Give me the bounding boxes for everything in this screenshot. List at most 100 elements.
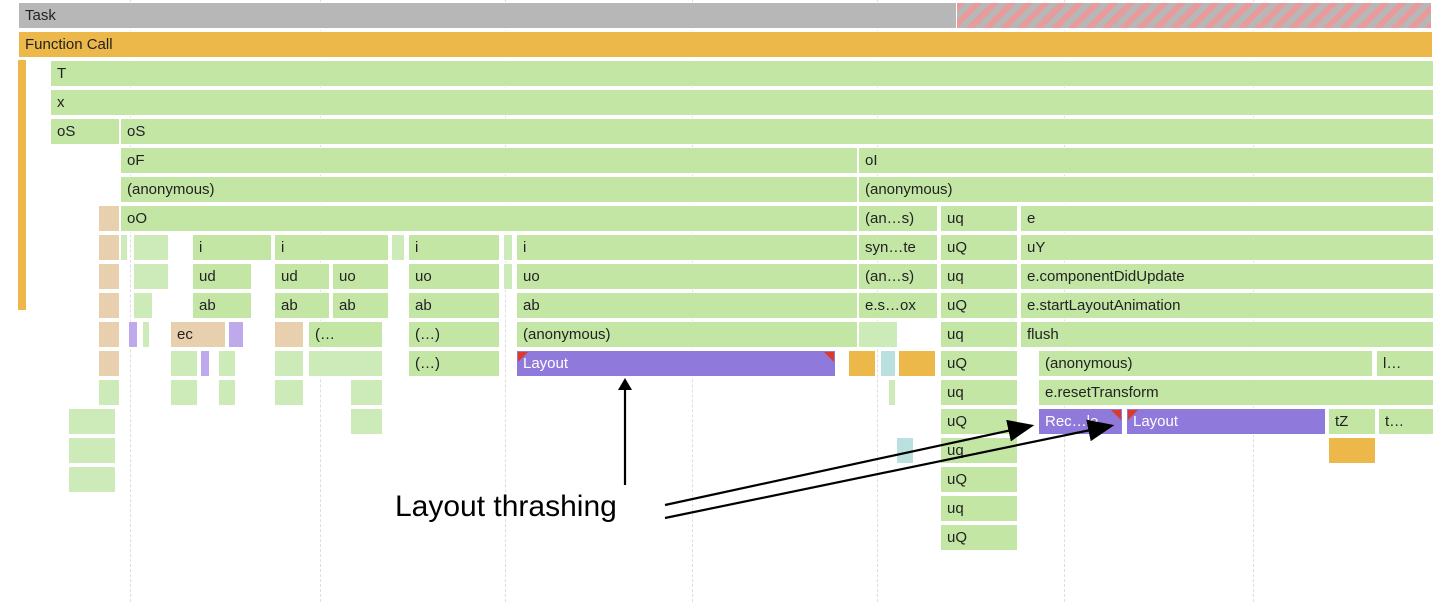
stub-cyan-2[interactable] <box>888 379 896 406</box>
frame-uo-1[interactable]: uo <box>332 263 389 290</box>
frame-uq-4[interactable]: uq <box>940 379 1018 406</box>
frame-uQ-5[interactable]: uQ <box>940 466 1018 493</box>
frame-ab-4[interactable]: ab <box>408 292 500 319</box>
frame-uq-1[interactable]: uq <box>940 205 1018 232</box>
frame-ans-2[interactable]: (an…s) <box>858 263 938 290</box>
frame-layout-1[interactable]: Layout <box>516 350 836 377</box>
frame-i-2[interactable]: i <box>274 234 389 261</box>
frame-flush[interactable]: flush <box>1020 321 1433 348</box>
frame-uq-3[interactable]: uq <box>940 321 1018 348</box>
frame-misc-5[interactable] <box>98 321 120 348</box>
frame-paren-3[interactable]: (…) <box>408 350 500 377</box>
stub-5[interactable] <box>133 263 169 290</box>
frame-T[interactable]: T <box>50 60 1433 87</box>
frame-startLayoutAnimation[interactable]: e.startLayoutAnimation <box>1020 292 1433 319</box>
frame-recalc-style[interactable]: Rec…le <box>1038 408 1123 435</box>
stub-11[interactable] <box>218 350 236 377</box>
frame-ud-1[interactable]: ud <box>192 263 252 290</box>
frame-synte[interactable]: syn…te <box>858 234 938 261</box>
stub-14[interactable] <box>98 379 120 406</box>
frame-anon-4[interactable]: (anonymous) <box>1038 350 1373 377</box>
frame-uQ-6[interactable]: uQ <box>940 524 1018 551</box>
stub-21[interactable] <box>68 437 116 464</box>
frame-oS-1[interactable]: oS <box>50 118 120 145</box>
frame-uY[interactable]: uY <box>1020 234 1433 261</box>
frame-uq-5[interactable]: uq <box>940 437 1018 464</box>
stub-8[interactable] <box>142 321 150 348</box>
frame-ud-2[interactable]: ud <box>274 263 330 290</box>
frame-ab-1[interactable]: ab <box>192 292 252 319</box>
frame-uQ-1[interactable]: uQ <box>940 234 1018 261</box>
frame-misc-6[interactable] <box>98 350 120 377</box>
stub-10[interactable] <box>170 350 198 377</box>
frame-anon-2[interactable]: (anonymous) <box>858 176 1433 203</box>
stub-orange-3[interactable] <box>1328 437 1376 464</box>
frame-misc-3[interactable] <box>98 263 120 290</box>
frame-uq-2[interactable]: uq <box>940 263 1018 290</box>
stub-22[interactable] <box>68 466 116 493</box>
stub-purple-1[interactable] <box>128 321 138 348</box>
stub-6[interactable] <box>503 263 513 290</box>
stub-3[interactable] <box>391 234 405 261</box>
frame-anon-1[interactable]: (anonymous) <box>120 176 858 203</box>
frame-ans-1[interactable]: (an…s) <box>858 205 938 232</box>
stub-7[interactable] <box>133 292 153 319</box>
stub-16[interactable] <box>218 379 236 406</box>
stub-purple-2[interactable] <box>228 321 244 348</box>
stub-cyan-1[interactable] <box>880 350 896 377</box>
frame-i-1[interactable]: i <box>192 234 272 261</box>
task-label: Task <box>25 7 56 24</box>
frame-ab-3[interactable]: ab <box>332 292 389 319</box>
stub-20[interactable] <box>350 408 383 435</box>
frame-layout-2[interactable]: Layout <box>1126 408 1326 435</box>
stub-orange-1[interactable] <box>848 350 876 377</box>
frame-oO[interactable]: oO <box>120 205 858 232</box>
frame-oF[interactable]: oF <box>120 147 858 174</box>
frame-uq-6[interactable]: uq <box>940 495 1018 522</box>
frame-uQ-4[interactable]: uQ <box>940 408 1018 435</box>
annotation-label: Layout thrashing <box>395 490 617 524</box>
flame-chart[interactable]: Task Function Call T x oS oS oF oI (anon… <box>0 0 1433 602</box>
frame-l-trunc[interactable]: l… <box>1376 350 1433 377</box>
frame-oS-2[interactable]: oS <box>120 118 1433 145</box>
stub-9[interactable] <box>858 321 898 348</box>
stub-12[interactable] <box>274 350 304 377</box>
frame-componentDidUpdate[interactable]: e.componentDidUpdate <box>1020 263 1433 290</box>
frame-uQ-3[interactable]: uQ <box>940 350 1018 377</box>
frame-uQ-2[interactable]: uQ <box>940 292 1018 319</box>
frame-e[interactable]: e <box>1020 205 1433 232</box>
stub-1[interactable] <box>120 234 128 261</box>
stub-cyan-3[interactable] <box>896 437 914 464</box>
stub-15[interactable] <box>170 379 198 406</box>
frame-ab-2[interactable]: ab <box>274 292 330 319</box>
frame-esox[interactable]: e.s…ox <box>858 292 938 319</box>
frame-paren-1[interactable]: (… <box>308 321 383 348</box>
frame-anon-3[interactable]: (anonymous) <box>516 321 858 348</box>
frame-misc-4[interactable] <box>98 292 120 319</box>
frame-x[interactable]: x <box>50 89 1433 116</box>
frame-i-3[interactable]: i <box>408 234 500 261</box>
frame-i-4[interactable]: i <box>516 234 858 261</box>
stub-purple-3[interactable] <box>200 350 210 377</box>
frame-tZ[interactable]: tZ <box>1328 408 1376 435</box>
frame-resetTransform[interactable]: e.resetTransform <box>1038 379 1433 406</box>
frame-misc-2[interactable] <box>98 234 120 261</box>
frame-t[interactable]: t… <box>1378 408 1433 435</box>
function-call-label: Function Call <box>25 36 113 53</box>
frame-misc-1[interactable] <box>98 205 120 232</box>
stub-13[interactable] <box>308 350 383 377</box>
stub-orange-2[interactable] <box>898 350 936 377</box>
frame-uo-3[interactable]: uo <box>516 263 858 290</box>
frame-ec[interactable]: ec <box>170 321 226 348</box>
stub-18[interactable] <box>350 379 383 406</box>
stub-2[interactable] <box>133 234 169 261</box>
stub-17[interactable] <box>274 379 304 406</box>
frame-paren-2[interactable]: (…) <box>408 321 500 348</box>
stub-19[interactable] <box>68 408 116 435</box>
function-call-bar[interactable]: Function Call <box>18 31 1433 58</box>
stub-tan-1[interactable] <box>274 321 304 348</box>
stub-4[interactable] <box>503 234 513 261</box>
frame-ab-5[interactable]: ab <box>516 292 858 319</box>
frame-uo-2[interactable]: uo <box>408 263 500 290</box>
frame-oI[interactable]: oI <box>858 147 1433 174</box>
